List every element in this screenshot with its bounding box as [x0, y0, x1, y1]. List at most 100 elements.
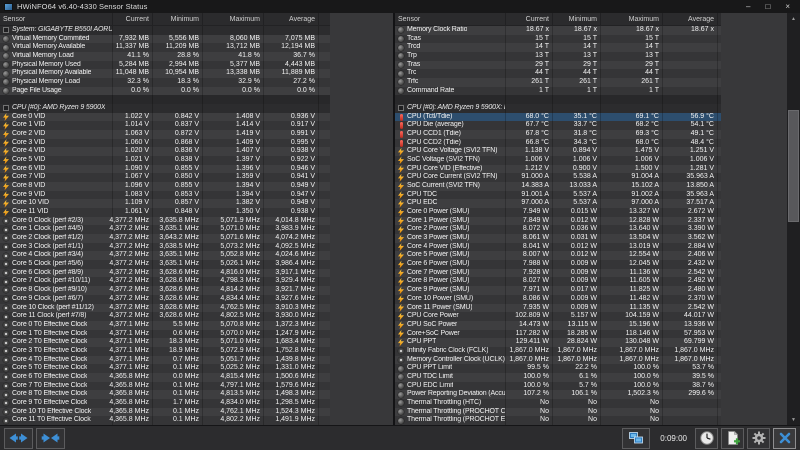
sensor-row[interactable]: Tcas 15 T 15 T 15 T	[395, 34, 721, 44]
sensor-row[interactable]: Core 5 VID 1.021 V 0.838 V 1.397 V 0.922 V	[0, 156, 330, 165]
sensor-row[interactable]: CPU Core Voltage (SVI2 TFN) 1.138 V 0.894 …	[395, 147, 721, 157]
column-header-average[interactable]: Average	[263, 13, 318, 25]
sensor-row[interactable]: Core 0 Clock (perf #2/3) 4,377.2 MHz 3,635…	[0, 216, 330, 226]
sensor-row[interactable]: Physical Memory Available 11,048 MB 10,954…	[0, 69, 330, 79]
sensor-row[interactable]: Core 8 Power (SMU) 8.027 W 0.009 W 11.605 W…	[395, 277, 721, 287]
checkbox-icon[interactable]	[3, 27, 9, 34]
column-header-sensor[interactable]: Sensor	[395, 13, 505, 25]
sensor-row[interactable]: Core 10 Clock (perf #11/12) 4,377.2 MHz 3,…	[0, 303, 330, 313]
sensor-row[interactable]: Virtual Memory Commited 7,932 MB 5,556 MB 8…	[0, 34, 330, 44]
column-header-minimum[interactable]: Minimum	[552, 13, 600, 25]
sensor-row[interactable]: Core 7 T0 Effective Clock 4,365.8 MHz 0.1 …	[0, 381, 330, 391]
sensor-row[interactable]: CPU Core Power 102.809 W 5.157 W 104.159 W4…	[395, 312, 721, 321]
configure-button[interactable]	[747, 427, 770, 449]
sensor-row[interactable]: Core 8 T0 Effective Clock 4,365.8 MHz 0.1 …	[0, 390, 330, 399]
sensor-row[interactable]: Core 6 Clock (perf #8/9) 4,377.2 MHz 3,628…	[0, 268, 330, 278]
sensor-row[interactable]: Core+SoC Power 117.282 W 18.285 W 118.146 W…	[395, 329, 721, 339]
checkbox-icon[interactable]	[3, 105, 9, 112]
sensor-row[interactable]: Core 4 Power (SMU) 8.041 W 0.012 W 13.019 W…	[395, 242, 721, 252]
sensor-row[interactable]: Core 1 T0 Effective Clock 4,377.1 MHz 0.6 …	[0, 329, 330, 339]
sensor-row[interactable]: Core 4 Clock (perf #3/4) 4,377.2 MHz 3,635…	[0, 251, 330, 261]
sensor-row[interactable]: Core 7 VID 1.067 V 0.850 V 1.359 V 0.941 V	[0, 173, 330, 183]
remote-sensors-button[interactable]	[622, 427, 651, 449]
sensor-row[interactable]: CPU PPT Limit 99.5 % 22.2 % 100.0 % 53.7 %	[395, 364, 721, 373]
column-header-maximum[interactable]: Maximum	[600, 13, 662, 25]
sensor-row[interactable]: Core 4 VID 1.020 V 0.836 V 1.407 V 0.938 V	[0, 147, 330, 157]
sensor-row[interactable]: Virtual Memory Load 41.1 % 28.8 % 41.8 % 36.…	[0, 52, 330, 61]
sensor-row[interactable]: Page File Usage 0.0 % 0.0 % 0.0 % 0.0 %	[0, 86, 330, 96]
sensor-row[interactable]: Core 6 Power (SMU) 7.988 W 0.009 W 12.045 W…	[395, 260, 721, 269]
column-header-average[interactable]: Average	[662, 13, 717, 25]
scrollbar-thumb[interactable]	[788, 110, 799, 222]
sensor-row[interactable]: Core 7 Power (SMU) 7.928 W 0.009 W 11.136 W…	[395, 268, 721, 278]
sensor-row[interactable]: Power Reporting Deviation (Accuracy)107.…	[395, 390, 721, 399]
close-window-button[interactable]: ×	[785, 0, 790, 13]
sensor-row[interactable]: Trfc 261 T 261 T 261 T	[395, 78, 721, 87]
sensor-row[interactable]: CPU (Tctl/Tdie) 68.0 °C 35.1 °C 69.1 °C 56.9…	[395, 112, 721, 122]
column-header-maximum[interactable]: Maximum	[202, 13, 263, 25]
sensor-row[interactable]: Tras 29 T 29 T 29 T	[395, 60, 721, 70]
collapse-columns-button[interactable]	[36, 427, 65, 449]
sensor-row[interactable]: Core 11 Clock (perf #7/8) 4,377.2 MHz 3,62…	[0, 312, 330, 321]
sensor-row[interactable]: CPU TDC Limit 100.0 % 6.1 % 100.0 % 39.5 %	[395, 372, 721, 382]
sensor-row[interactable]: Core 8 VID 1.096 V 0.855 V 1.394 V 0.949 V	[0, 182, 330, 191]
sensor-row[interactable]: Core 10 T0 Effective Clock 4,365.8 MHz 0.1…	[0, 407, 330, 417]
reset-clock-button[interactable]	[695, 427, 718, 449]
sensor-row[interactable]: Core 2 Clock (perf #1/2) 4,377.2 MHz 3,643…	[0, 234, 330, 243]
sensor-row[interactable]: Infinity Fabric Clock (FCLK) 1,867.0 MHz 1…	[395, 346, 721, 356]
sensor-row[interactable]: Thermal Throttling (PROCHOT CPU)NoNoNo	[395, 407, 721, 417]
sensor-row[interactable]: Core 3 Power (SMU) 8.061 W 0.031 W 13.504 W…	[395, 234, 721, 243]
scroll-down-icon[interactable]: ▼	[787, 414, 800, 425]
sensor-row[interactable]: Core 0 Power (SMU) 7.949 W 0.015 W 13.327 W…	[395, 208, 721, 217]
sensor-row[interactable]: Core 3 Clock (perf #1/1) 4,377.2 MHz 3,638…	[0, 242, 330, 252]
sensor-row[interactable]: Core 1 VID 1.014 V 0.837 V 1.414 V 0.917 V	[0, 121, 330, 131]
sensor-row[interactable]: Core 5 T0 Effective Clock 4,377.1 MHz 0.1 …	[0, 364, 330, 373]
sensor-row[interactable]: Trcd 14 T 14 T 14 T	[395, 43, 721, 53]
sensor-row[interactable]: Physical Memory Used 5,284 MB 2,994 MB 5,37…	[0, 60, 330, 70]
column-header-minimum[interactable]: Minimum	[152, 13, 202, 25]
sensor-row[interactable]: Core 0 VID 1.022 V 0.842 V 1.408 V 0.936 V	[0, 112, 330, 122]
sensor-row[interactable]: Core 11 Power (SMU) 7.935 W 0.009 W 11.135 …	[395, 303, 721, 313]
sensor-row[interactable]: Core 5 Power (SMU) 8.007 W 0.012 W 12.554 W…	[395, 251, 721, 261]
sensor-row[interactable]: CPU CCD1 (Tdie) 67.8 °C 31.8 °C 69.3 °C 49.1…	[395, 130, 721, 139]
logging-report-button[interactable]	[721, 427, 744, 449]
sensor-row[interactable]: Memory Clock Ratio 18.67 x 18.67 x 18.67 x1…	[395, 26, 721, 35]
sensor-row[interactable]: Trc 44 T 44 T 44 T	[395, 69, 721, 79]
sensor-row[interactable]: CPU CCD2 (Tdie) 66.8 °C 34.3 °C 68.0 °C 48.4…	[395, 138, 721, 148]
sensor-row[interactable]: Core 11 VID 1.061 V 0.848 V 1.350 V 0.938 V	[0, 208, 330, 217]
sensor-row[interactable]: Core 0 T0 Effective Clock 4,377.1 MHz 5.5 …	[0, 320, 330, 330]
checkbox-icon[interactable]	[398, 105, 404, 112]
sensor-row[interactable]: Core 9 Power (SMU) 7.971 W 0.017 W 11.825 W…	[395, 286, 721, 295]
maximize-button[interactable]: □	[765, 0, 770, 13]
sensor-row[interactable]: Core 3 VID 1.060 V 0.868 V 1.409 V 0.995 V	[0, 138, 330, 148]
sensor-row[interactable]: Physical Memory Load 32.3 % 18.3 % 32.9 % 27…	[0, 78, 330, 87]
sensor-row[interactable]: Core 8 Clock (perf #9/10) 4,377.2 MHz 3,62…	[0, 286, 330, 295]
sensor-row[interactable]: Thermal Throttling (HTC) No No No	[395, 398, 721, 408]
sensor-group-header[interactable]: CPU [#0]: AMD Ryzen 9 5900X: Enhan...	[395, 104, 721, 113]
column-header-sensor[interactable]: Sensor	[0, 13, 112, 25]
sensor-row[interactable]: Virtual Memory Available 11,337 MB 11,209 …	[0, 43, 330, 53]
sensor-row[interactable]: Core 4 T0 Effective Clock 4,377.1 MHz 0.7 …	[0, 355, 330, 365]
sensor-row[interactable]: Core 2 VID 1.063 V 0.872 V 1.419 V 0.991 V	[0, 130, 330, 139]
sensor-row[interactable]: Thermal Throttling (PROCHOT EXT)NoNoNo	[395, 416, 721, 425]
close-sensors-button[interactable]	[773, 427, 796, 449]
scrollbar[interactable]: ▲ ▼	[787, 13, 800, 425]
column-header-current[interactable]: Current	[505, 13, 552, 25]
sensor-row[interactable]: Trp 13 T 13 T 13 T	[395, 52, 721, 61]
sensor-row[interactable]: CPU Core VID (Effective) 1.212 V 0.900 V 1.…	[395, 164, 721, 174]
expand-columns-button[interactable]	[4, 427, 33, 449]
scrollbar-track[interactable]	[787, 24, 800, 414]
sensor-row[interactable]: Command Rate 1 T1 T1 T	[395, 86, 721, 96]
minimize-button[interactable]: –	[746, 0, 750, 13]
sensor-row[interactable]: Core 9 VID 1.083 V 0.853 V 1.394 V 0.947 V	[0, 190, 330, 200]
sensor-row[interactable]: Core 6 VID 1.090 V 0.855 V 1.396 V 0.946 V	[0, 164, 330, 174]
sensor-row[interactable]: SoC Voltage (SVI2 TFN) 1.006 V 1.006 V 1.00…	[395, 156, 721, 165]
sensor-row[interactable]: Core 2 Power (SMU) 8.072 W 0.036 W 13.640 W…	[395, 225, 721, 235]
sensor-row[interactable]: Core 1 Power (SMU) 7.849 W 0.012 W 12.828 W…	[395, 216, 721, 226]
sensor-row[interactable]: Core 10 Power (SMU) 8.086 W 0.009 W 11.482 …	[395, 294, 721, 304]
sensor-group-header[interactable]: System: GIGABYTE B550I AORUS PRO AX	[0, 26, 330, 35]
sensor-row[interactable]: CPU Core Current (SVI2 TFN) 91.000 A 5.538…	[395, 173, 721, 183]
sensor-row[interactable]: Core 2 T0 Effective Clock 4,377.1 MHz 18.3…	[0, 338, 330, 347]
sensor-row[interactable]: Core 11 T0 Effective Clock 4,365.8 MHz 0.1…	[0, 416, 330, 425]
sensor-row[interactable]: Memory Controller Clock (UCLK) 1,867.0 MH…	[395, 355, 721, 365]
